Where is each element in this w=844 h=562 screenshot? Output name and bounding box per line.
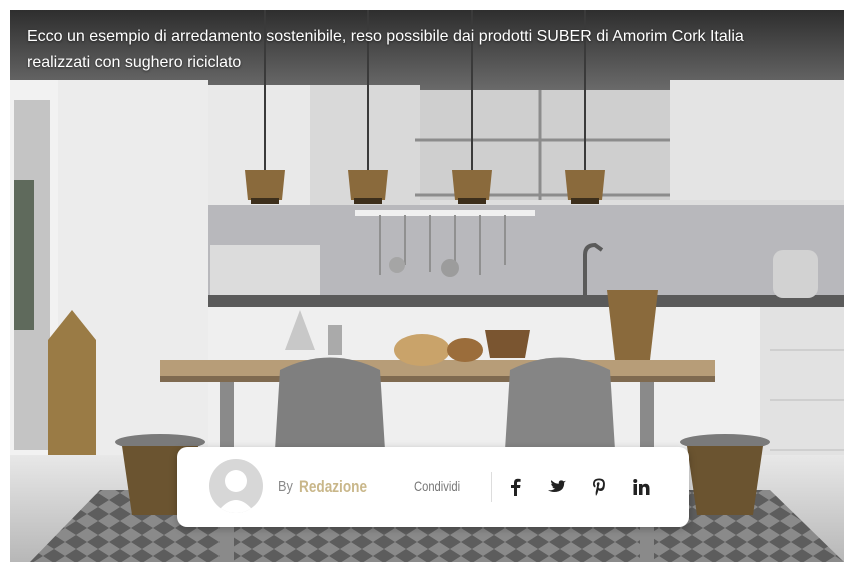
linkedin-icon <box>632 479 649 495</box>
facebook-icon <box>511 478 521 496</box>
author-share-bar: By Redazione Condividi <box>177 447 689 527</box>
linkedin-share-button[interactable] <box>625 471 657 503</box>
twitter-share-button[interactable] <box>541 471 573 503</box>
pinterest-share-button[interactable] <box>583 471 615 503</box>
facebook-share-button[interactable] <box>499 471 531 503</box>
author-link[interactable]: Redazione <box>299 477 367 497</box>
divider <box>491 472 492 502</box>
by-label: By <box>278 478 293 495</box>
avatar[interactable] <box>209 459 263 513</box>
share-label: Condividi <box>414 478 461 494</box>
pinterest-icon <box>593 478 605 496</box>
twitter-icon <box>548 479 566 492</box>
image-caption: Ecco un esempio di arredamento sostenibi… <box>27 28 744 71</box>
